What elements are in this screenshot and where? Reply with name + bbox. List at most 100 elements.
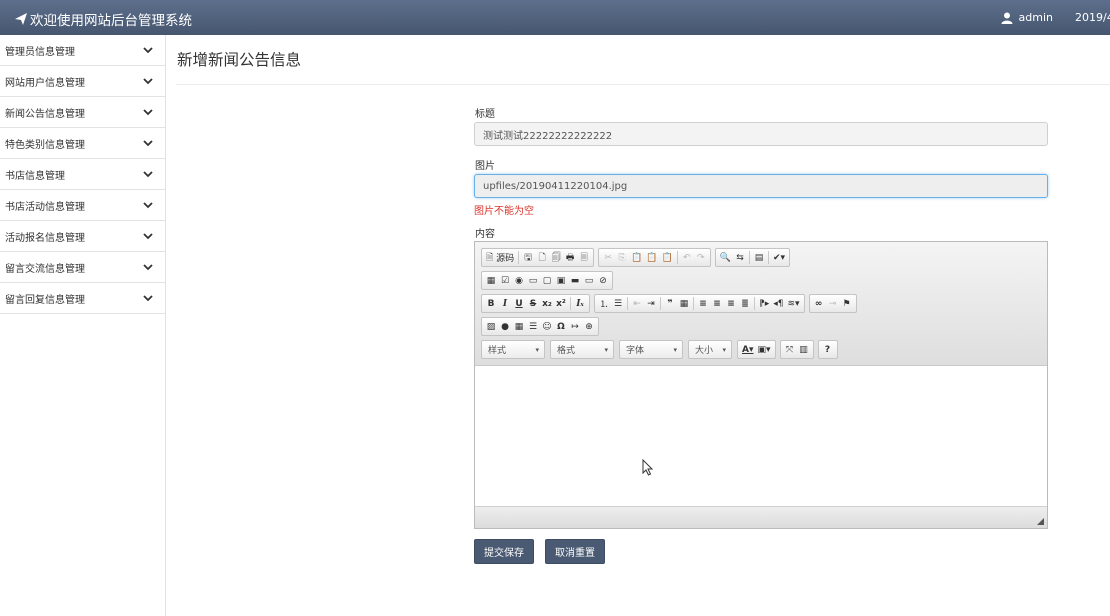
horizontal-line-icon[interactable]: ☰	[526, 318, 540, 335]
undo-icon[interactable]: ↶	[680, 249, 694, 266]
numbered-list-icon[interactable]: ⒈	[597, 295, 611, 312]
font-combo[interactable]: 字体 ▾	[619, 340, 683, 359]
templates-icon[interactable]: 🗏	[577, 249, 591, 266]
copy-icon[interactable]: ⎘	[615, 249, 629, 266]
styles-combo[interactable]: 样式 ▾	[481, 340, 545, 359]
strikethrough-icon[interactable]: S	[526, 295, 540, 312]
replace-icon[interactable]: ⇆	[733, 249, 747, 266]
chevron-down-icon	[143, 202, 153, 209]
preview-icon[interactable]: 🗐	[549, 249, 563, 266]
user-icon	[1001, 12, 1013, 24]
mouse-cursor-icon	[642, 459, 654, 476]
submit-save-button[interactable]: 提交保存	[474, 539, 534, 564]
div-container-icon[interactable]: ▦	[677, 295, 691, 312]
sidebar-item-messages[interactable]: 留言交流信息管理	[0, 252, 165, 283]
image-path-input[interactable]	[474, 174, 1048, 198]
bold-icon[interactable]: B	[484, 295, 498, 312]
user-name[interactable]: admin	[1019, 11, 1053, 24]
editor-content-area[interactable]	[475, 366, 1047, 506]
sidebar-item-store-events[interactable]: 书店活动信息管理	[0, 190, 165, 221]
sidebar-item-categories[interactable]: 特色类别信息管理	[0, 128, 165, 159]
cancel-reset-button[interactable]: 取消重置	[545, 539, 605, 564]
indent-icon[interactable]: ⇥	[644, 295, 658, 312]
chevron-down-icon	[143, 295, 153, 302]
sidebar-item-bookstores[interactable]: 书店信息管理	[0, 159, 165, 190]
underline-icon[interactable]: U	[512, 295, 526, 312]
button-field-icon[interactable]: ▬	[568, 272, 582, 289]
radio-icon[interactable]: ◉	[512, 272, 526, 289]
image-icon[interactable]: ▨	[484, 318, 498, 335]
hidden-field-icon[interactable]: ⊘	[596, 272, 610, 289]
superscript-icon[interactable]: x²	[554, 295, 568, 312]
sidebar-item-label: 新闻公告信息管理	[5, 108, 85, 120]
rtl-icon[interactable]: ◂¶	[771, 295, 785, 312]
format-combo[interactable]: 格式 ▾	[550, 340, 614, 359]
text-color-icon[interactable]: A▾	[740, 341, 755, 358]
blockquote-icon[interactable]: ❞	[663, 295, 677, 312]
iframe-icon[interactable]: ⊕	[582, 318, 596, 335]
smiley-icon[interactable]: ☺	[540, 318, 554, 335]
paste-text-icon[interactable]: 📋	[644, 249, 659, 266]
new-page-icon[interactable]: 🗋	[535, 249, 549, 266]
bg-color-icon[interactable]: ▣▾	[755, 341, 772, 358]
separator	[754, 297, 755, 310]
help-icon[interactable]: ?	[821, 341, 835, 358]
show-blocks-icon[interactable]: ▥	[797, 341, 811, 358]
chevron-down-icon: ▾	[722, 345, 726, 354]
spellcheck-icon[interactable]: ✔▾	[771, 249, 787, 266]
flash-icon[interactable]: ●	[498, 318, 512, 335]
align-right-icon[interactable]: ≡	[724, 295, 738, 312]
sidebar-item-label: 书店活动信息管理	[5, 201, 85, 213]
sidebar-item-admin[interactable]: 管理员信息管理	[0, 35, 165, 66]
save-icon[interactable]: 🖫	[521, 249, 535, 266]
paste-word-icon[interactable]: 📋	[660, 249, 675, 266]
align-left-icon[interactable]: ≡	[696, 295, 710, 312]
language-icon[interactable]: ≋▾	[786, 295, 802, 312]
separator	[768, 251, 770, 264]
sidebar-item-label: 书店信息管理	[5, 170, 65, 182]
special-char-icon[interactable]: Ω	[554, 318, 568, 335]
cut-icon[interactable]: ✂	[601, 249, 615, 266]
chevron-down-icon	[143, 109, 153, 116]
source-label: 源码	[496, 254, 515, 264]
redo-icon[interactable]: ↷	[694, 249, 708, 266]
unlink-icon[interactable]: ⊸	[826, 295, 840, 312]
title-input[interactable]	[474, 122, 1048, 146]
remove-format-icon[interactable]: Iₓ	[573, 295, 587, 312]
size-combo[interactable]: 大小 ▾	[688, 340, 732, 359]
align-center-icon[interactable]: ≡	[710, 295, 724, 312]
textfield-icon[interactable]: ▭	[526, 272, 540, 289]
chevron-down-icon	[143, 140, 153, 147]
chevron-down-icon	[143, 78, 153, 85]
sidebar-item-registrations[interactable]: 活动报名信息管理	[0, 221, 165, 252]
sidebar-item-replies[interactable]: 留言回复信息管理	[0, 283, 165, 314]
paste-icon[interactable]: 📋	[629, 249, 644, 266]
select-all-icon[interactable]: ▤	[752, 249, 766, 266]
image-label: 图片	[475, 161, 495, 172]
anchor-flag-icon[interactable]: ⚑	[840, 295, 854, 312]
form-icon[interactable]: ▦	[484, 272, 498, 289]
textarea-icon[interactable]: ▢	[540, 272, 554, 289]
find-icon[interactable]: 🔍	[718, 249, 733, 266]
sidebar-item-site-users[interactable]: 网站用户信息管理	[0, 66, 165, 97]
chevron-down-icon: ▾	[604, 345, 608, 354]
source-icon: 🗎	[486, 252, 494, 263]
sidebar-item-news[interactable]: 新闻公告信息管理	[0, 97, 165, 128]
image-button-icon[interactable]: ▭	[582, 272, 596, 289]
app-title: 欢迎使用网站后台管理系统	[30, 13, 192, 29]
page-break-icon[interactable]: ↦	[568, 318, 582, 335]
resize-grip-icon[interactable]	[1037, 518, 1044, 525]
italic-icon[interactable]: I	[498, 295, 512, 312]
justify-icon[interactable]: ≣	[738, 295, 752, 312]
print-icon[interactable]: 🖶	[563, 249, 577, 266]
select-field-icon[interactable]: ▣	[554, 272, 568, 289]
checkbox-icon[interactable]: ☑	[498, 272, 512, 289]
bulleted-list-icon[interactable]: ☰	[611, 295, 625, 312]
outdent-icon[interactable]: ⇤	[630, 295, 644, 312]
ltr-icon[interactable]: ⁋▸	[757, 295, 771, 312]
link-icon[interactable]: ∞	[812, 295, 826, 312]
maximize-icon[interactable]: ⤧	[783, 341, 797, 358]
source-button[interactable]: 🗎 源码	[484, 249, 516, 266]
table-icon[interactable]: ▦	[512, 318, 526, 335]
subscript-icon[interactable]: x₂	[540, 295, 554, 312]
